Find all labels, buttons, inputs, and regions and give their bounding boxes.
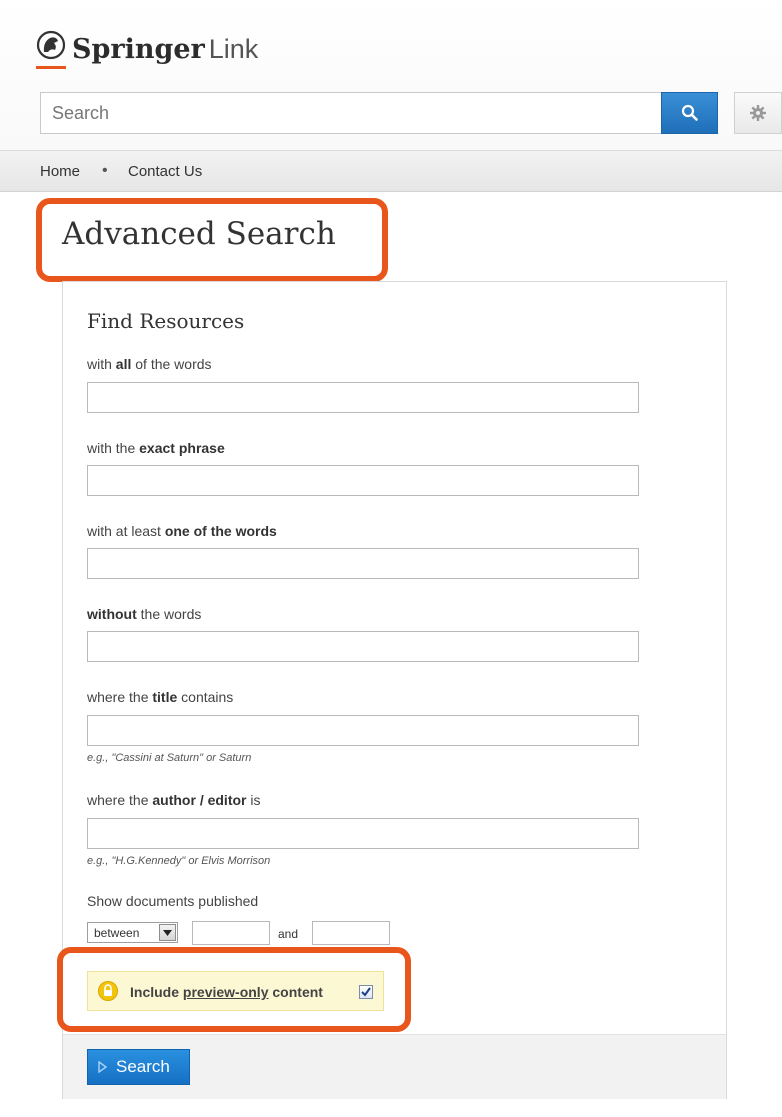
nav-contact-us-link[interactable]: Contact Us — [128, 163, 202, 180]
panel-footer: Search — [63, 1034, 726, 1099]
without-words-label: without the words — [87, 606, 202, 622]
submit-search-label: Search — [116, 1057, 170, 1076]
logo-wordmark: Springer Link — [72, 34, 259, 65]
springer-horse-icon — [34, 28, 68, 70]
nav-home-link[interactable]: Home — [40, 163, 80, 180]
without-words-input[interactable] — [87, 631, 639, 662]
one-of-words-label: with at least one of the words — [87, 523, 277, 539]
date-and-label: and — [278, 927, 299, 941]
date-mode-value: between — [94, 926, 140, 940]
play-arrow-icon — [98, 1061, 108, 1073]
all-words-label: with all of the words — [87, 356, 212, 372]
global-search-input[interactable] — [40, 92, 662, 134]
author-hint: e.g., "H.G.Kennedy" or Elvis Morrison — [87, 855, 271, 867]
page-title: Advanced Search — [62, 216, 336, 252]
exact-phrase-input[interactable] — [87, 465, 639, 496]
global-search-button[interactable] — [661, 92, 718, 134]
nav-separator: • — [102, 162, 108, 179]
all-words-input[interactable] — [87, 382, 639, 413]
title-hint: e.g., "Cassini at Saturn" or Saturn — [87, 752, 252, 764]
submit-search-button[interactable]: Search — [87, 1049, 190, 1085]
springer-link-logo[interactable]: Springer Link — [34, 24, 258, 70]
date-from-input[interactable] — [192, 921, 270, 945]
one-of-words-input[interactable] — [87, 548, 639, 579]
title-contains-label: where the title contains — [87, 689, 234, 705]
header: SpringerLink Home • Contact Us — [0, 0, 782, 192]
title-contains-input[interactable] — [87, 715, 639, 746]
breadcrumb-nav: Home • Contact Us — [0, 150, 782, 192]
exact-phrase-label: with the exact phrase — [87, 440, 225, 456]
settings-button[interactable] — [734, 92, 782, 134]
date-mode-select[interactable]: between — [87, 922, 178, 943]
date-range-label: Show documents published — [87, 893, 259, 909]
section-title: Find Resources — [87, 309, 245, 333]
chevron-down-icon — [159, 924, 176, 941]
date-to-input[interactable] — [312, 921, 390, 945]
preview-highlight-annotation — [57, 947, 411, 1032]
gear-icon — [750, 105, 766, 121]
author-editor-label: where the author / editor is — [87, 792, 261, 808]
search-icon — [681, 104, 698, 121]
author-editor-input[interactable] — [87, 818, 639, 849]
